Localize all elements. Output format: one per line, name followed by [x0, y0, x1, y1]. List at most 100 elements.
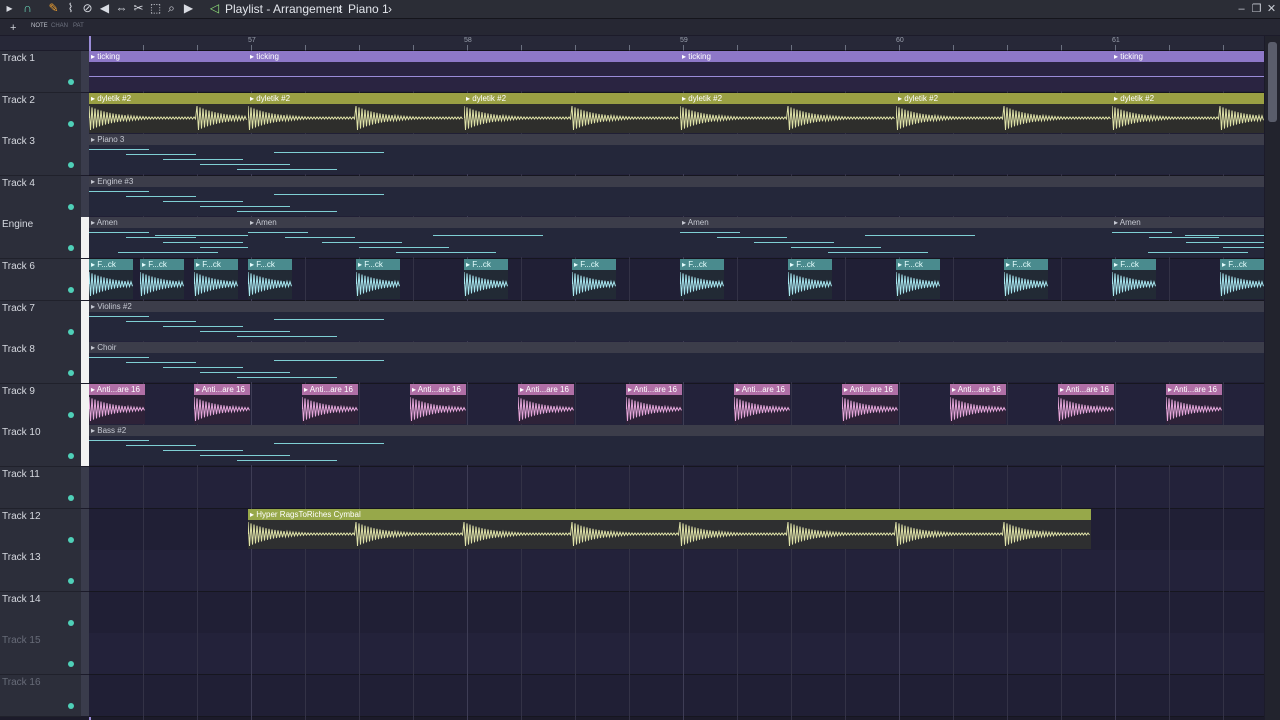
track-header[interactable]: Track 2 [0, 92, 81, 135]
track-color-strip[interactable] [81, 134, 89, 176]
track-name[interactable]: Track 12 [2, 511, 41, 522]
track-enable-icon[interactable] [68, 328, 74, 335]
close-icon[interactable]: ✕ [1264, 0, 1279, 18]
track-name[interactable]: Track 13 [2, 552, 41, 563]
track-enable-icon[interactable] [68, 120, 74, 127]
clip-fck[interactable]: ▸ F...ck [1220, 259, 1264, 299]
clip-anti[interactable]: ▸ Anti...are 16 [734, 383, 790, 424]
track-enable-icon[interactable] [68, 79, 74, 85]
track-header[interactable]: Track 6 [0, 259, 81, 301]
track-header[interactable]: Track 3 [0, 134, 81, 177]
play-icon[interactable]: ▶ [181, 1, 196, 16]
track-enable-icon[interactable] [68, 411, 74, 418]
track-enable-icon[interactable] [68, 162, 74, 169]
track-lane[interactable] [89, 633, 1264, 676]
track-color-strip[interactable] [81, 92, 89, 134]
track-header[interactable]: Track 10 [0, 425, 81, 468]
track-header[interactable]: Track 11 [0, 467, 81, 509]
track-name[interactable]: Track 1 [2, 53, 35, 64]
pat-mode-label[interactable]: PAT [73, 23, 84, 29]
track-header[interactable]: Track 13 [0, 550, 81, 593]
clip-dyletik[interactable]: ▸ dyletik #2 [89, 92, 248, 133]
clip-engine[interactable]: ▸ Engine #3 [89, 175, 1264, 216]
track-color-strip[interactable] [81, 508, 89, 550]
clip-dyletik[interactable]: ▸ dyletik #2 [248, 92, 464, 133]
track-header[interactable]: Track 12 [0, 508, 81, 551]
pencil-icon[interactable]: ✎ [46, 1, 61, 16]
track-color-strip[interactable] [81, 383, 89, 425]
track-name[interactable]: Track 6 [2, 261, 35, 272]
track-header[interactable]: Track 4 [0, 175, 81, 218]
clip-piano[interactable]: ▸ Piano 3 [89, 134, 1264, 175]
playlist-icon[interactable]: ◁ [207, 1, 222, 16]
clip-fck[interactable]: ▸ F...ck [680, 259, 724, 299]
clip-fck[interactable]: ▸ F...ck [356, 259, 400, 299]
track-enable-icon[interactable] [68, 453, 74, 460]
clip-ticking[interactable]: ▸ ticking [89, 51, 248, 91]
track-enable-icon[interactable] [68, 703, 74, 709]
track-enable-icon[interactable] [68, 495, 74, 501]
note-mode-label[interactable]: NOTE [31, 23, 48, 29]
track-name[interactable]: Track 4 [2, 178, 35, 189]
track-color-strip[interactable] [81, 425, 89, 467]
track-color-strip[interactable] [81, 175, 89, 217]
track-color-strip[interactable] [81, 550, 89, 592]
clip-anti[interactable]: ▸ Anti...are 16 [842, 383, 898, 424]
clip-dyletik[interactable]: ▸ dyletik #2 [1112, 92, 1264, 133]
track-color-strip[interactable] [81, 259, 89, 300]
menu-arrow-icon[interactable]: ▸ [2, 1, 17, 16]
track-lane[interactable] [89, 550, 1264, 593]
track-header[interactable]: Engine [0, 217, 81, 260]
track-lane[interactable] [89, 675, 1264, 717]
slip-icon[interactable]: ⇔ [114, 1, 129, 16]
track-enable-icon[interactable] [68, 370, 74, 377]
clip-anti[interactable]: ▸ Anti...are 16 [1166, 383, 1222, 424]
track-enable-icon[interactable] [68, 536, 74, 543]
clip-fck[interactable]: ▸ F...ck [788, 259, 832, 299]
track-lane[interactable] [89, 467, 1264, 509]
track-enable-icon[interactable] [68, 245, 74, 252]
slice-icon[interactable]: ✂ [131, 1, 146, 16]
track-color-strip[interactable] [81, 300, 89, 342]
track-name[interactable]: Track 2 [2, 95, 35, 106]
scroll-thumb[interactable] [1268, 42, 1277, 122]
clip-anti[interactable]: ▸ Anti...are 16 [950, 383, 1006, 424]
magnet-icon[interactable]: ∩ [20, 1, 35, 16]
clip-dyletik[interactable]: ▸ dyletik #2 [680, 92, 896, 133]
clip-anti[interactable]: ▸ Anti...are 16 [518, 383, 574, 424]
clip-anti[interactable]: ▸ Anti...are 16 [194, 383, 250, 424]
track-name[interactable]: Track 9 [2, 386, 35, 397]
clip-violins[interactable]: ▸ Violins #2 [89, 300, 1264, 341]
maximize-icon[interactable]: ❐ [1249, 0, 1264, 18]
clip-fck[interactable]: ▸ F...ck [1004, 259, 1048, 299]
track-lane[interactable] [89, 591, 1264, 634]
track-header[interactable]: Track 15 [0, 633, 81, 676]
track-header[interactable]: Track 16 [0, 675, 81, 717]
clip-fck[interactable]: ▸ F...ck [194, 259, 238, 299]
track-name[interactable]: Track 3 [2, 136, 35, 147]
minimize-icon[interactable]: – [1234, 0, 1249, 18]
clip-fck[interactable]: ▸ F...ck [89, 259, 133, 299]
track-name[interactable]: Engine [2, 219, 33, 230]
clip-choir[interactable]: ▸ Choir [89, 342, 1264, 383]
clip-dyletik[interactable]: ▸ dyletik #2 [464, 92, 680, 133]
pattern-arrow-icon[interactable]: › [388, 2, 392, 16]
track-header[interactable]: Track 9 [0, 383, 81, 426]
track-header[interactable]: Track 14 [0, 591, 81, 634]
clip-fck[interactable]: ▸ F...ck [464, 259, 508, 299]
clip-anti[interactable]: ▸ Anti...are 16 [410, 383, 466, 424]
track-color-strip[interactable] [81, 591, 89, 633]
zoom-icon[interactable]: ⌕ [164, 1, 179, 16]
track-enable-icon[interactable] [68, 287, 74, 293]
clip-fck[interactable]: ▸ F...ck [248, 259, 292, 299]
track-color-strip[interactable] [81, 633, 89, 675]
vertical-scrollbar[interactable] [1265, 36, 1280, 720]
clip-amen[interactable]: ▸ Amen [89, 217, 248, 258]
track-name[interactable]: Track 7 [2, 303, 35, 314]
track-color-strip[interactable] [81, 342, 89, 384]
clip-anti[interactable]: ▸ Anti...are 16 [89, 383, 145, 424]
track-name[interactable]: Track 8 [2, 344, 35, 355]
track-name[interactable]: Track 14 [2, 594, 41, 605]
track-color-strip[interactable] [81, 467, 89, 508]
paint-icon[interactable]: ⌇ [63, 1, 78, 16]
